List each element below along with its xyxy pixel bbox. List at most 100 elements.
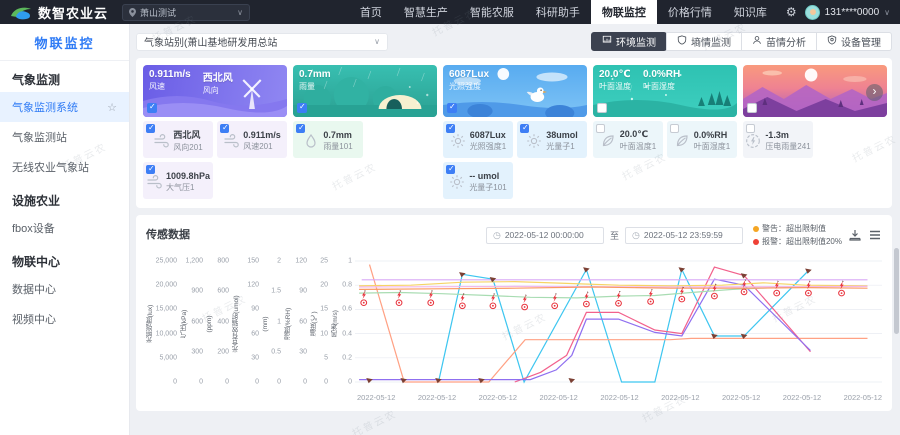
y-axis-tick: 1 <box>277 318 281 325</box>
sidebar-item[interactable]: 视频中心 <box>0 304 129 334</box>
sidebar-item-label: 气象监测站 <box>12 129 67 145</box>
tile-info: -- umol光量子101 <box>469 171 506 193</box>
download-icon[interactable] <box>848 228 862 242</box>
tab-设备管理[interactable]: 设备管理 <box>816 32 892 51</box>
date-from-input[interactable]: ◷ 2022-05-12 00:00:00 <box>486 227 604 244</box>
alarm-ring-icon <box>522 304 528 310</box>
alarm-bolt-icon <box>362 290 366 299</box>
tile-checkbox[interactable] <box>220 124 229 133</box>
series-雨量(mm) <box>370 265 868 382</box>
alarm-ring-icon <box>361 300 367 306</box>
tile-info: 20.0℃叶面温度1 <box>620 129 656 152</box>
y-axis-tick: 1,200 <box>185 258 203 265</box>
card-checkbox[interactable] <box>297 103 307 113</box>
station-select[interactable]: 气象站别(萧山基地研发用总站 ∨ <box>136 33 388 51</box>
sidebar-item[interactable]: 气象监测系统☆ <box>0 92 129 122</box>
tile-checkbox[interactable] <box>596 124 605 133</box>
nav-item[interactable]: 科研助手 <box>525 0 591 24</box>
y-axis-tick: 25,000 <box>156 258 177 265</box>
carousel-next-button[interactable]: › <box>866 84 883 101</box>
location-value: 萧山测试 <box>140 6 176 19</box>
banner-stat: 西北风风向 <box>203 69 233 96</box>
nav-item[interactable]: 首页 <box>349 0 393 24</box>
card-checkbox[interactable] <box>747 103 757 113</box>
alarm-ring-icon <box>459 303 465 309</box>
sensor-cards-panel: 0.911m/s风速西北风风向西北风风向2010.911m/s风速2011009… <box>136 58 892 208</box>
nav-item[interactable]: 智慧生产 <box>393 0 459 24</box>
card-checkbox[interactable] <box>447 103 457 113</box>
nav-item[interactable]: 智能农服 <box>459 0 525 24</box>
location-select[interactable]: 萧山测试 ∨ <box>122 4 250 21</box>
clock-icon: ◷ <box>632 230 640 241</box>
tile-checkbox[interactable] <box>670 124 679 133</box>
sensor-card: 6087Lux光照强度 6087Lux光照强度1 38umol光量子1 -- umol… <box>443 65 587 201</box>
nav-item[interactable]: 物联监控 <box>591 0 657 24</box>
legend-dot-icon <box>753 239 759 245</box>
list-view-icon[interactable] <box>868 228 882 242</box>
tile-info: -1.3m压电雨量241 <box>765 130 810 152</box>
tab-环境监测[interactable]: 环境监测 <box>591 32 667 51</box>
sensor-tile: 0.0%RH叶面湿度1 <box>667 121 737 158</box>
marker-triangle-icon <box>568 378 575 383</box>
tile-label: 大气压1 <box>166 182 210 193</box>
y-axis-tick: 5 <box>324 354 328 361</box>
bolt-circle-icon <box>745 133 761 149</box>
x-axis-tick: 2022-05-12 <box>844 393 882 402</box>
card-checkbox[interactable] <box>597 103 607 113</box>
marker-triangle-icon <box>366 378 373 383</box>
y-axis: 气压(kPa)1,2009006003000 <box>180 257 206 390</box>
tile-checkbox[interactable] <box>520 124 529 133</box>
sidebar-item[interactable]: 数据中心 <box>0 274 129 304</box>
sidebar-group-heading: 物联中心 <box>0 243 129 274</box>
nav-item[interactable]: 价格行情 <box>657 0 723 24</box>
vertical-scrollbar[interactable] <box>894 248 899 334</box>
card-tiles: 0.7mm雨量101 <box>293 121 437 158</box>
y-axis-tick: 0 <box>173 379 177 386</box>
tile-value: 西北风 <box>173 128 202 141</box>
tab-墒情监测[interactable]: 墒情监测 <box>666 32 742 51</box>
card-checkbox[interactable] <box>147 103 157 113</box>
tile-checkbox[interactable] <box>296 124 305 133</box>
tile-checkbox[interactable] <box>746 124 755 133</box>
tile-label: 雨量101 <box>323 141 352 152</box>
y-axis-tick: 150 <box>247 258 259 265</box>
tab-label: 苗情分析 <box>766 34 806 49</box>
alarm-ring-icon <box>806 290 812 296</box>
chart-header: 传感数据 ◷ 2022-05-12 00:00:00 至 ◷ 2022-05-1… <box>146 223 882 247</box>
sidebar-item[interactable]: 无线农业气象站 <box>0 152 129 182</box>
person-icon <box>752 35 762 48</box>
alarm-ring-icon <box>616 301 622 307</box>
tab-苗情分析[interactable]: 苗情分析 <box>741 32 817 51</box>
y-axis-title: 温度(℃) <box>310 311 320 336</box>
x-axis-tick: 2022-05-12 <box>418 393 456 402</box>
tile-value: 0.0%RH <box>694 130 730 140</box>
alarm-ring-icon <box>774 290 780 296</box>
star-icon[interactable]: ☆ <box>107 101 117 114</box>
tile-info: 1009.8hPa大气压1 <box>166 171 210 193</box>
sensor-tile: 6087Lux光照强度1 <box>443 121 513 158</box>
banner-stat: 20.0℃叶面温度 <box>599 69 631 92</box>
tile-checkbox[interactable] <box>146 165 155 174</box>
gear-icon[interactable]: ⚙ <box>778 5 805 19</box>
y-axis-tick: 900 <box>191 288 203 295</box>
y-axis-tick: 15 <box>320 306 328 313</box>
tile-checkbox[interactable] <box>146 124 155 133</box>
sidebar-group-heading: 气象监测 <box>0 61 129 92</box>
tile-checkbox[interactable] <box>446 124 455 133</box>
tile-info: 38umol光量子1 <box>546 130 578 152</box>
y-axis: (mm)21.510.50 <box>262 257 284 390</box>
sidebar-groups: 气象监测气象监测系统☆气象监测站无线农业气象站设施农业fbox设备物联中心数据中… <box>0 61 129 334</box>
card-banner: 6087Lux光照强度 <box>443 65 587 117</box>
sidebar-item[interactable]: 气象监测站 <box>0 122 129 152</box>
tile-checkbox[interactable] <box>446 165 455 174</box>
sidebar-item-label: 无线农业气象站 <box>12 159 89 175</box>
sensor-card: -1.3m压电雨量241 <box>743 65 887 201</box>
date-to-input[interactable]: ◷ 2022-05-12 23:59:59 <box>625 227 743 244</box>
y-axis-title: 光照强度(lux) <box>146 304 156 343</box>
user-menu[interactable]: 131****0000 ∨ <box>805 5 890 20</box>
sidebar-item[interactable]: fbox设备 <box>0 213 129 243</box>
nav-item[interactable]: 知识库 <box>723 0 778 24</box>
alarm-ring-icon <box>490 303 496 309</box>
y-axis-tick: 0.6 <box>342 306 352 313</box>
y-axis-tick: 1.5 <box>271 288 281 295</box>
